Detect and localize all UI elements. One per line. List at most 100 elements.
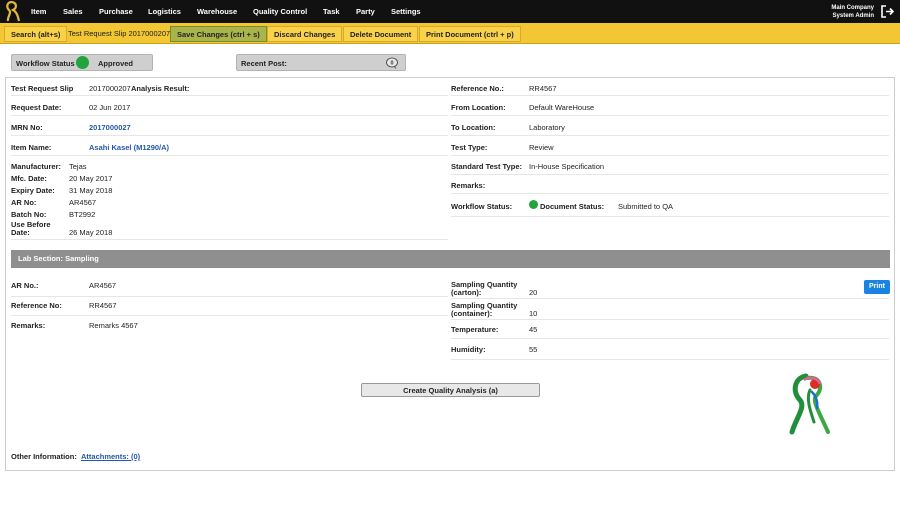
document-status-value: Submitted to QA [618,202,674,211]
document-status-icon [529,200,538,209]
mfc-date-value: 20 May 2017 [69,174,113,183]
discard-changes-button[interactable]: Discard Changes [267,26,343,42]
divider [451,135,889,136]
attachments-link[interactable]: Attachments: (0) [81,452,140,461]
expiry-date-value: 31 May 2018 [69,186,113,195]
workflow-status-label: Workflow Status [16,59,75,68]
create-quality-analysis-button[interactable]: Create Quality Analysis (a) [361,383,540,397]
recent-post-count: 0 [390,61,393,67]
divider [451,359,889,360]
nav-item-quality-control[interactable]: Quality Control [253,7,307,16]
mrn-label: MRN No: [11,123,43,132]
divider [11,315,448,316]
workflow-status-value: Approved [98,59,134,68]
sampling-container-unit-label: (container): [451,309,493,318]
divider [11,239,448,240]
remarks-label: Remarks: [451,181,486,190]
nav-item-warehouse[interactable]: Warehouse [197,7,237,16]
use-before-value: 26 May 2018 [69,228,113,237]
lab-remarks-label: Remarks: [11,321,46,330]
lab-remarks-value: Remarks 4567 [89,321,138,330]
lab-section-header: Lab Section: Sampling [11,250,890,268]
expiry-date-label: Expiry Date: [11,186,55,195]
divider [451,174,889,175]
user-name: System Admin [832,13,874,19]
nav-item-logistics[interactable]: Logistics [148,7,181,16]
item-name-label: Item Name: [11,143,52,152]
nav-item-sales[interactable]: Sales [63,7,83,16]
request-date-label: Request Date: [11,103,62,112]
nav-item-purchase[interactable]: Purchase [99,7,133,16]
manufacturer-label: Manufacturer: [11,162,62,171]
temperature-value: 45 [529,325,538,334]
divider [451,216,889,217]
lab-reference-no-label: Reference No: [11,301,62,310]
nav-item-settings[interactable]: Settings [391,7,421,16]
batch-no-label: Batch No: [11,210,47,219]
mrn-link[interactable]: 2017000027 [89,123,131,132]
test-request-panel: Test Request Slip 2017000207 Analysis Re… [5,77,895,471]
slip-label: Test Request Slip [11,84,74,93]
to-location-label: To Location: [451,123,496,132]
app-logo-icon[interactable] [3,1,21,22]
workflow-status-field-label: Workflow Status: [451,202,513,211]
document-title: Test Request Slip 2017000207 [68,29,171,38]
divider [11,115,448,116]
reference-no-value: RR4567 [529,84,557,93]
save-changes-button[interactable]: Save Changes (ctrl + s) [170,26,267,42]
lab-reference-no-value: RR4567 [89,301,117,310]
lab-ar-no-value: AR4567 [89,281,117,290]
ar-no-value: AR4567 [69,198,97,207]
comment-icon[interactable]: 0 [385,57,399,69]
sampling-carton-unit-label: (carton): [451,288,482,297]
sampling-container-value: 10 [529,309,538,318]
company-info[interactable]: Main Company System Admin [831,4,874,20]
search-button[interactable]: Search (alt+s) [4,26,68,42]
divider [451,338,889,339]
nav-item-item[interactable]: Item [31,7,46,16]
test-type-value: Review [529,143,554,152]
logout-icon[interactable] [881,5,895,18]
from-location-value: Default WareHouse [529,103,595,112]
batch-no-value: BT2992 [69,210,96,219]
nav-item-party[interactable]: Party [356,7,375,16]
divider [11,135,448,136]
delete-document-button[interactable]: Delete Document [343,26,419,42]
divider [11,155,448,156]
document-status-label: Document Status: [540,202,605,211]
approved-status-icon [76,56,89,69]
print-button[interactable]: Print [864,280,890,294]
ar-no-label: AR No: [11,198,37,207]
brand-logo [789,373,830,435]
humidity-label: Humidity: [451,345,486,354]
divider [451,95,889,96]
divider [451,298,889,299]
lab-ar-no-label: AR No.: [11,281,39,290]
other-information-label: Other Information: [11,452,77,461]
humidity-value: 55 [529,345,538,354]
standard-test-type-label: Standard Test Type: [451,162,522,171]
recent-post-pill[interactable]: Recent Post: 0 [236,54,406,71]
divider [11,95,448,96]
to-location-value: Laboratory [529,123,565,132]
divider [451,115,889,116]
nav-item-task[interactable]: Task [323,7,340,16]
request-date-value: 02 Jun 2017 [89,103,131,112]
divider [11,296,448,297]
divider [451,155,889,156]
print-document-button[interactable]: Print Document (ctrl + p) [419,26,521,42]
workflow-status-pill: Workflow Status Approved [11,54,153,71]
divider [451,193,889,194]
top-nav: Item Sales Purchase Logistics Warehouse … [0,0,900,23]
divider [451,319,889,320]
temperature-label: Temperature: [451,325,499,334]
use-before-date-label: Date: [11,228,30,237]
reference-no-label: Reference No.: [451,84,504,93]
manufacturer-value: Tejas [69,162,87,171]
standard-test-type-value: In-House Specification [529,162,605,171]
document-toolbar: Search (alt+s) Test Request Slip 2017000… [0,23,900,44]
from-location-label: From Location: [451,103,506,112]
mfc-date-label: Mfc. Date: [11,174,47,183]
item-name-link[interactable]: Asahi Kasel (M1290/A) [89,143,169,152]
analysis-result-label: Analysis Result: [131,84,190,93]
